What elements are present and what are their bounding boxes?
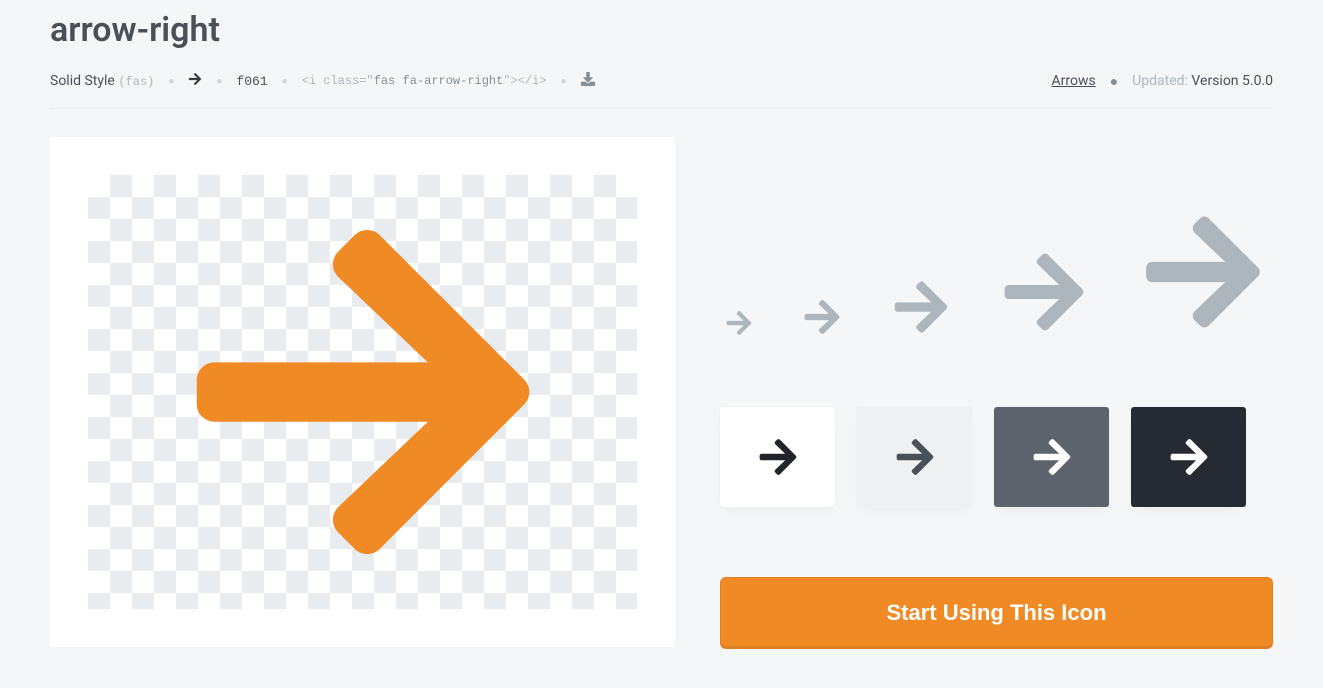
code-snippet[interactable]: <i class="fas fa-arrow-right"></i>	[302, 74, 547, 88]
size-preview-sm[interactable]	[802, 297, 842, 337]
swatch-dark[interactable]	[994, 407, 1109, 507]
separator-dot: ●	[168, 76, 174, 87]
style-code: (fas)	[118, 75, 154, 89]
page-title: arrow-right	[50, 10, 1273, 50]
separator-dot: ●	[1110, 73, 1118, 90]
code-suffix: "></i>	[503, 74, 546, 88]
size-previews	[720, 137, 1273, 337]
size-preview-xl[interactable]	[1138, 207, 1268, 337]
color-swatches	[720, 407, 1273, 507]
checker-bg	[88, 175, 637, 609]
separator-dot: ●	[216, 76, 222, 87]
size-preview-md[interactable]	[891, 277, 951, 337]
meta-bar: Solid Style (fas) ● ● f061 ● <i class="f…	[50, 72, 1273, 109]
separator-dot: ●	[561, 76, 567, 87]
start-using-button[interactable]: Start Using This Icon	[720, 577, 1273, 649]
updated-label: Updated:	[1132, 73, 1188, 89]
arrow-right-icon	[188, 72, 202, 90]
main-preview	[50, 137, 675, 647]
code-class: fas fa-arrow-right	[374, 74, 504, 88]
download-icon[interactable]	[581, 72, 595, 90]
swatch-light[interactable]	[857, 407, 972, 507]
unicode-value[interactable]: f061	[236, 74, 267, 89]
separator-dot: ●	[282, 76, 288, 87]
updated-value: Version 5.0.0	[1191, 73, 1273, 89]
swatch-white[interactable]	[720, 407, 835, 507]
code-prefix: <i class="	[302, 74, 374, 88]
arrow-right-icon	[173, 202, 553, 582]
size-preview-xs[interactable]	[725, 309, 753, 337]
category-link[interactable]: Arrows	[1051, 73, 1095, 89]
swatch-black[interactable]	[1131, 407, 1246, 507]
style-label: Solid Style	[50, 73, 115, 89]
size-preview-lg[interactable]	[999, 247, 1089, 337]
